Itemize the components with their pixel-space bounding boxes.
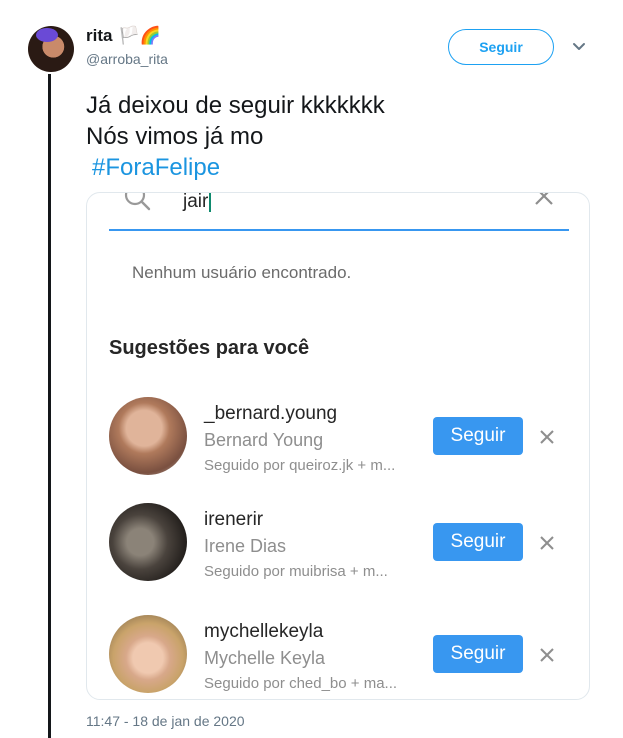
suggestion-follow-button: Seguir [433, 417, 523, 455]
suggestion-full-name: Mychelle Keyla [204, 648, 326, 668]
close-icon [540, 430, 554, 444]
search-input: jair [183, 192, 212, 213]
suggestion-follow-button: Seguir [433, 635, 523, 673]
search-underline [109, 229, 569, 231]
thread-line [48, 74, 51, 738]
search-input-value: jair [183, 192, 209, 212]
text-cursor [209, 193, 212, 212]
attached-screenshot[interactable]: jair Nenhum usuário encontrado. Sugestõe… [86, 192, 590, 700]
author-flags: 🏳️🌈 [118, 26, 161, 46]
author-avatar[interactable] [28, 26, 74, 72]
empty-result-message: Nenhum usuário encontrado. [132, 263, 352, 282]
close-icon [535, 193, 553, 205]
suggestion-followed-by: Seguido por ched_bo + ma... [204, 675, 398, 692]
suggestion-username: mychellekeyla [204, 621, 324, 642]
suggestions-title: Sugestões para você [109, 337, 310, 359]
hashtag-link[interactable]: #ForaFelipe [86, 152, 385, 183]
search-icon [124, 193, 151, 211]
tweet-text-line-1: Já deixou de seguir kkkkkkk [86, 92, 385, 119]
suggestion-followed-by: Seguido por muibrisa + m... [204, 563, 388, 580]
avatar [109, 397, 187, 475]
suggestion-full-name: Bernard Young [204, 430, 324, 450]
author-name[interactable]: rita 🏳️🌈 [86, 26, 161, 46]
author-name-text: rita [86, 26, 113, 45]
close-icon [540, 536, 554, 550]
tweet-text: Já deixou de seguir kkkkkkk Nós vimos já… [86, 90, 385, 183]
suggestion-followed-by: Seguido por queiroz.jk + m... [204, 457, 396, 474]
suggestion-username: irenerir [204, 509, 264, 530]
avatar [109, 503, 187, 581]
suggestion-full-name: Irene Dias [204, 536, 287, 556]
avatar [109, 615, 187, 693]
author-handle[interactable]: @arroba_rita [86, 51, 168, 67]
follow-button[interactable]: Seguir [448, 29, 554, 65]
tweet-timestamp[interactable]: 11:47 - 18 de jan de 2020 [86, 713, 245, 729]
suggestion-follow-button: Seguir [433, 523, 523, 561]
suggestion-username: _bernard.young [204, 403, 338, 424]
suggestion-item: mychellekeyla Mychelle Keyla Seguido por… [87, 611, 589, 699]
chevron-down-icon[interactable] [570, 38, 588, 56]
close-icon [540, 648, 554, 662]
suggestion-item: _bernard.young Bernard Young Seguido por… [87, 393, 589, 483]
suggestion-item: irenerir Irene Dias Seguido por muibrisa… [87, 499, 589, 589]
tweet-text-line-2: Nós vimos já mo [86, 123, 264, 150]
